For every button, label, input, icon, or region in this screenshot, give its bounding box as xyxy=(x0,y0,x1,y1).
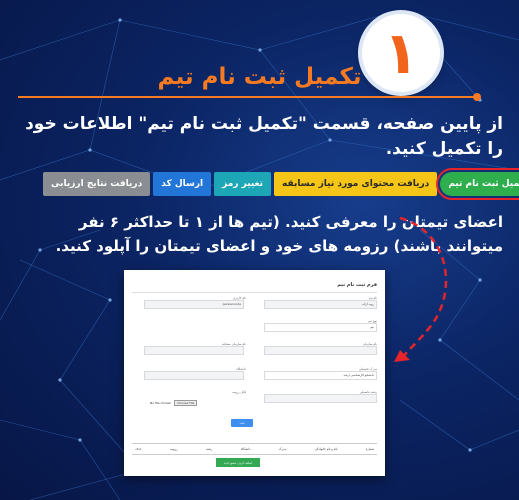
competition-org-input[interactable] xyxy=(144,346,244,355)
team-name-input[interactable]: رویه ارائه xyxy=(264,300,377,309)
arrow-head-icon xyxy=(394,350,410,362)
degree-input[interactable]: دانشجو کارشناسی ارشد xyxy=(264,371,377,380)
title-underline-dot xyxy=(473,93,481,101)
file-none-text: No file chosen xyxy=(150,400,172,405)
resume-file-label: فایل رزومه xyxy=(232,390,246,394)
resume-file-input[interactable]: No file chosen Choose File xyxy=(150,398,198,407)
university-input[interactable] xyxy=(144,371,244,380)
form-title: فرم ثبت نام تیم xyxy=(337,282,377,288)
step-button-send-code[interactable]: ارسال کد xyxy=(153,172,212,196)
members-table-header: شماره نام و نام خانوادگی مدرک دانشگاه رش… xyxy=(132,443,377,455)
table-header-cell: حذف xyxy=(135,447,142,451)
table-header-cell: مدرک xyxy=(278,447,287,451)
form-submit-button[interactable]: ثبت xyxy=(231,419,253,427)
field-of-study-input[interactable] xyxy=(264,394,377,403)
dashboard-step-buttons: تکمیل ثبت نام تیم دریافت محتوای مورد نیا… xyxy=(43,168,519,200)
table-header-cell: نام و نام خانوادگی xyxy=(314,447,338,451)
instruction-paragraph-1: از پایین صفحه، قسمت "تکمیل ثبت نام تیم" … xyxy=(25,114,503,159)
add-member-button[interactable]: اضافه کردن عضو جدید xyxy=(216,458,260,467)
table-header-cell: شماره xyxy=(365,447,374,451)
title-underline xyxy=(18,96,476,98)
infographic-canvas: ۱ تکمیل ثبت نام تیم از پایین صفحه، قسمت … xyxy=(0,0,519,500)
step-button-change-password[interactable]: تغییر رمز xyxy=(214,172,272,196)
dashed-arrow xyxy=(394,216,448,362)
table-header-cell: دانشگاه xyxy=(240,447,251,451)
registration-form-screenshot: فرم ثبت نام تیم نام تیم رویه ارائه نام ک… xyxy=(124,270,385,476)
table-header-cell: رشته xyxy=(205,447,213,451)
organization-input[interactable] xyxy=(264,346,377,355)
username-input[interactable]: persiancode xyxy=(144,300,244,309)
section-title: تکمیل ثبت نام تیم xyxy=(157,64,362,90)
step-button-download-content[interactable]: دریافت محتوای مورد نیاز مسابقه xyxy=(274,172,438,196)
team-type-input[interactable]: تیم xyxy=(264,323,377,332)
step-button-evaluation-results[interactable]: دریافت نتایج ارزیابی xyxy=(43,172,151,196)
step-button-complete-registration[interactable]: تکمیل ثبت نام تیم xyxy=(436,168,519,200)
choose-file-button[interactable]: Choose File xyxy=(174,399,198,406)
form-divider xyxy=(132,292,377,293)
table-header-cell: رزومه xyxy=(169,447,178,451)
